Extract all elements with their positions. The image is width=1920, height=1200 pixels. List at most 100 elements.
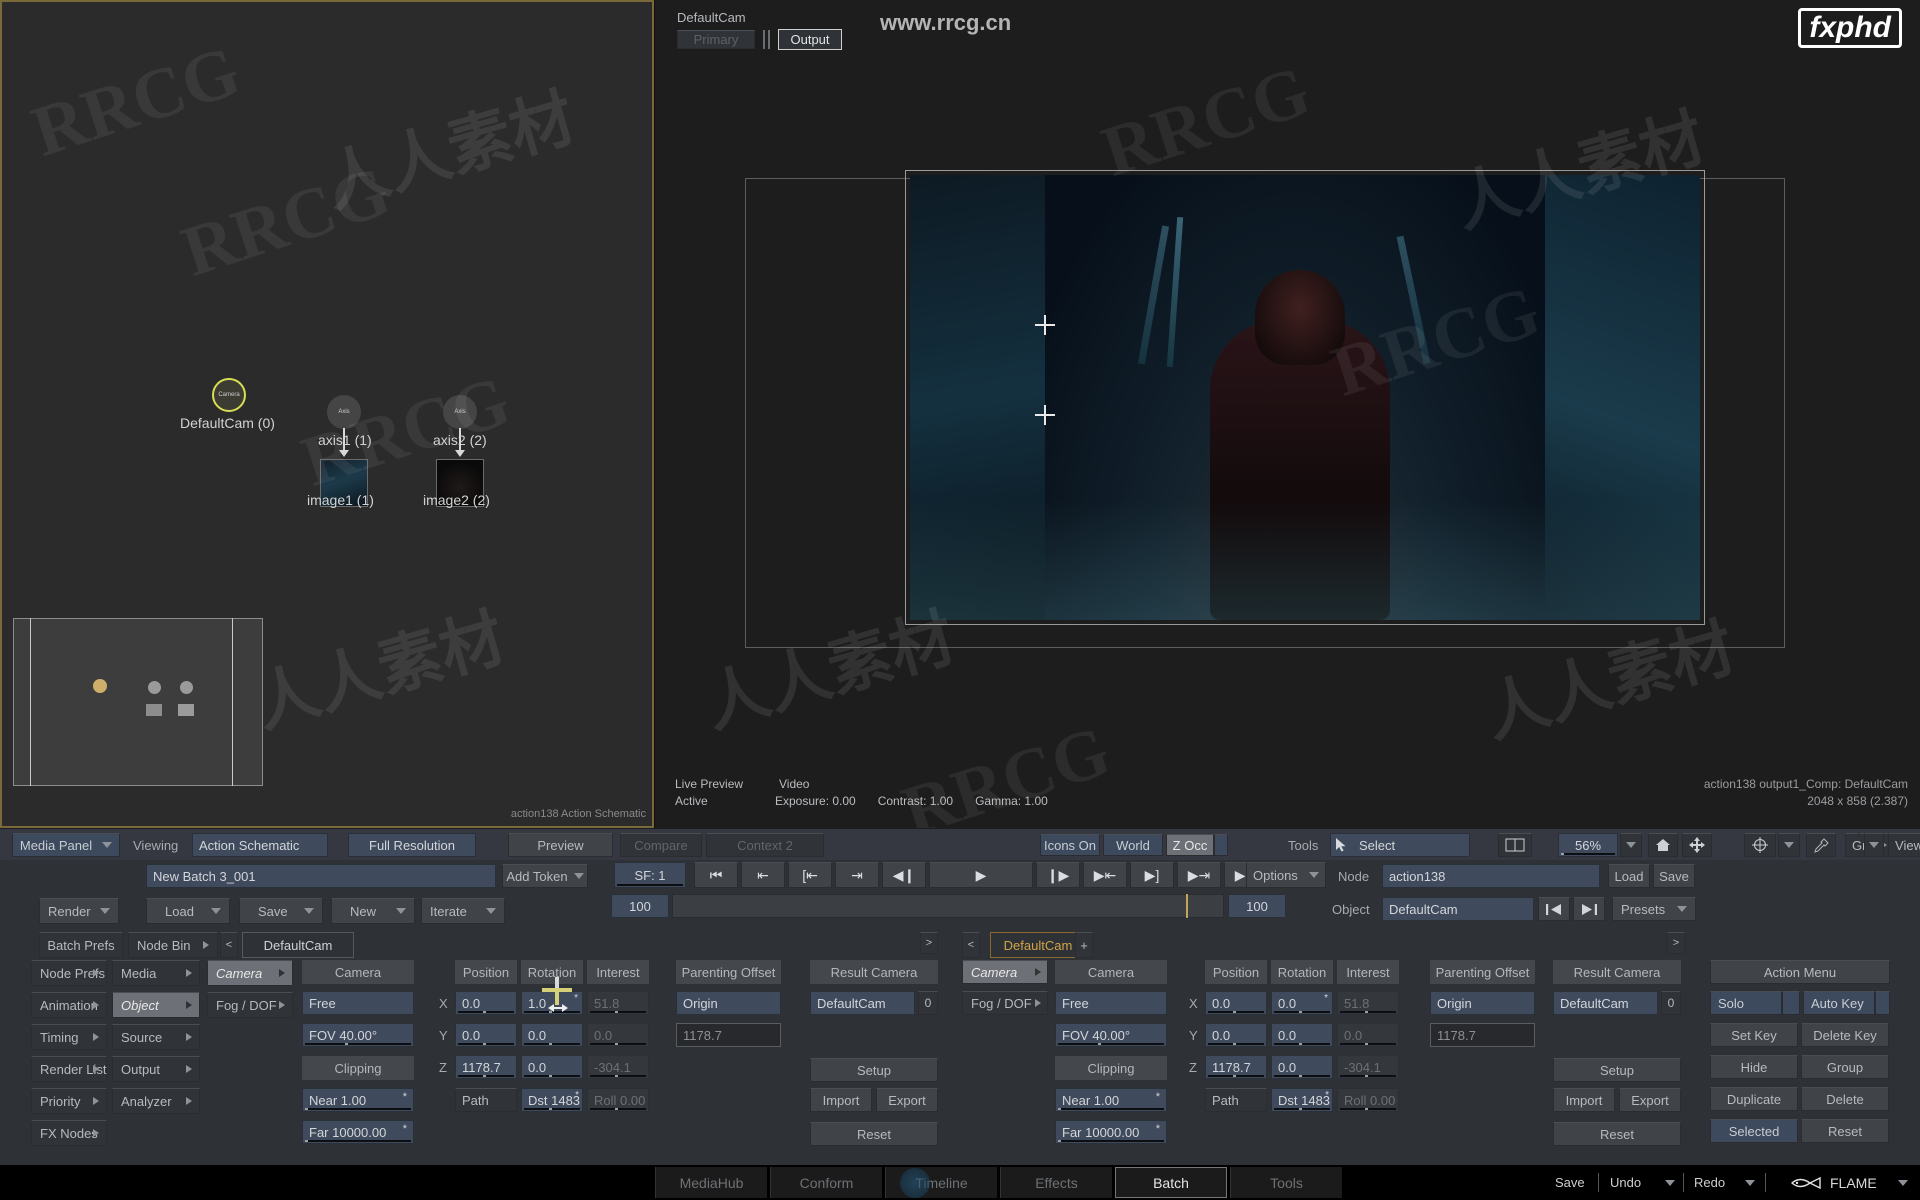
target-button[interactable]	[1744, 833, 1776, 857]
load-menu[interactable]: Load	[146, 898, 230, 924]
auto-key-toggle[interactable]: Auto Key	[1803, 991, 1875, 1015]
z-occ-toggle[interactable]: Z Occ	[1166, 834, 1214, 856]
prev-tab-button-right[interactable]: <	[962, 932, 980, 958]
output-button[interactable]: Output	[778, 29, 842, 50]
sidebar-item-camera[interactable]: Camera	[207, 960, 293, 986]
render-menu[interactable]: Render	[39, 898, 119, 924]
solo-toggle-indicator[interactable]	[1782, 991, 1800, 1015]
next-arrow-left[interactable]: >	[920, 932, 938, 954]
layout-split-button[interactable]	[1498, 833, 1532, 857]
sidebar-item-analyzer[interactable]: Analyzer	[112, 1088, 200, 1114]
rotation-z-field[interactable]: 0.0	[521, 1055, 583, 1079]
icons-on-toggle[interactable]: Icons On	[1040, 834, 1100, 856]
sidebar-item-source[interactable]: Source	[112, 1024, 200, 1050]
object-prev-button[interactable]	[1538, 897, 1570, 921]
full-resolution-button[interactable]: Full Resolution	[348, 833, 476, 857]
transport-options-menu[interactable]: Options	[1246, 862, 1326, 888]
footer-save-button[interactable]: Save	[1555, 1165, 1585, 1200]
camera-fov-left[interactable]: FOV 40.00°	[302, 1023, 414, 1047]
sidebar-item-media[interactable]: Media	[112, 960, 200, 986]
interest-z-field[interactable]: -304.1	[587, 1055, 649, 1079]
sidebar-item-node-prefs[interactable]: Node Prefs	[31, 960, 107, 986]
reset-button-left[interactable]: Reset	[810, 1122, 938, 1146]
export-button-left[interactable]: Export	[876, 1088, 938, 1112]
setup-button-right[interactable]: Setup	[1553, 1058, 1681, 1082]
result-index-right[interactable]: 0	[1661, 991, 1681, 1015]
chevron-down-icon[interactable]	[1665, 1180, 1675, 1186]
range-playhead[interactable]	[1186, 894, 1188, 918]
result-camera-value-right[interactable]: DefaultCam	[1553, 991, 1658, 1015]
transport-button-3[interactable]: ⇥	[835, 862, 879, 888]
solo-toggle[interactable]: Solo	[1710, 991, 1782, 1015]
tab-defaultcam-left[interactable]: DefaultCam	[242, 932, 354, 958]
interest-z-field[interactable]: -304.1	[1337, 1055, 1399, 1079]
sidebar-item-animation[interactable]: Animation	[31, 992, 107, 1018]
world-toggle[interactable]: World	[1103, 834, 1163, 856]
zoom-dropdown[interactable]	[1620, 833, 1642, 857]
camera-near-left[interactable]: Near 1.00 *	[302, 1088, 414, 1112]
footer-tab-effects[interactable]: Effects	[1000, 1167, 1112, 1198]
node-defaultcam[interactable]: Camera	[212, 378, 246, 412]
grid-dropdown[interactable]	[1864, 833, 1884, 857]
node-axis1[interactable]: Axis	[327, 395, 361, 429]
range-slider[interactable]	[672, 894, 1224, 918]
footer-tab-tools[interactable]: Tools	[1230, 1167, 1342, 1198]
sidebar-item-output[interactable]: Output	[112, 1056, 200, 1082]
action-menu-button[interactable]: Action Menu	[1710, 960, 1890, 984]
transport-button-8[interactable]: ▶]	[1130, 862, 1174, 888]
camera-near-right[interactable]: Near 1.00 *	[1055, 1088, 1167, 1112]
prev-tab-button[interactable]: <	[220, 932, 238, 958]
interest-y-field[interactable]: 0.0	[1337, 1023, 1399, 1047]
transport-button-9[interactable]: ▶⇥	[1177, 862, 1221, 888]
rotation-z-field[interactable]: 0.0	[1271, 1055, 1333, 1079]
fit-button[interactable]	[1682, 833, 1712, 857]
zoom-level-field[interactable]: 56%	[1558, 833, 1618, 857]
rotation-y-field[interactable]: 0.0	[521, 1023, 583, 1047]
node-name-field[interactable]: action138	[1382, 864, 1600, 888]
dst-field-right[interactable]: Dst 1483 *	[1271, 1088, 1333, 1112]
auto-key-toggle-indicator[interactable]	[1875, 991, 1890, 1015]
range-end-field[interactable]: 100	[1228, 894, 1286, 918]
tool-select-field[interactable]: Select	[1330, 833, 1470, 857]
footer-redo-button[interactable]: Redo	[1694, 1165, 1725, 1200]
rotation-x-field[interactable]: 0.0 *	[1271, 991, 1333, 1015]
sidebar-item-timing[interactable]: Timing	[31, 1024, 107, 1050]
set-key-button[interactable]: Set Key	[1710, 1023, 1798, 1047]
footer-undo-button[interactable]: Undo	[1610, 1165, 1641, 1200]
context-button[interactable]: Context 2	[706, 833, 824, 857]
chevron-down-icon[interactable]	[1898, 1180, 1908, 1186]
transport-button-4[interactable]: ◀❙	[882, 862, 926, 888]
transport-button-0[interactable]: ⏮	[694, 862, 738, 888]
view-menu[interactable]: View	[1888, 833, 1920, 857]
camera-fov-right[interactable]: FOV 40.00°	[1055, 1023, 1167, 1047]
image-viewer[interactable]: DefaultCam Primary Output Live Preview V…	[655, 0, 1920, 828]
batch-prefs-button[interactable]: Batch Prefs	[39, 932, 123, 958]
parenting-origin-right[interactable]: Origin	[1430, 991, 1535, 1015]
sidebar-item-render-list[interactable]: Render List	[31, 1056, 107, 1082]
transport-button-2[interactable]: [⇤	[788, 862, 832, 888]
save-menu[interactable]: Save	[239, 898, 323, 924]
roll-field-right[interactable]: Roll 0.00	[1337, 1088, 1399, 1112]
interest-x-field[interactable]: 51.8	[587, 991, 649, 1015]
iterate-menu[interactable]: Iterate	[421, 898, 505, 924]
preview-button[interactable]: Preview	[508, 833, 613, 857]
node-save-button[interactable]: Save	[1653, 864, 1695, 888]
transport-button-5[interactable]: ▶	[929, 862, 1033, 888]
reset-button-right[interactable]: Reset	[1553, 1122, 1681, 1146]
node-bin-menu[interactable]: Node Bin	[128, 932, 218, 958]
rotation-y-field[interactable]: 0.0	[1271, 1023, 1333, 1047]
compare-button[interactable]: Compare	[620, 833, 702, 857]
parenting-origin-left[interactable]: Origin	[676, 991, 781, 1015]
tab-fog-dof-right[interactable]: Fog / DOF	[962, 991, 1048, 1015]
camera-mode-right[interactable]: Free	[1055, 991, 1167, 1015]
transport-button-6[interactable]: ❙▶	[1036, 862, 1080, 888]
crosshair-center[interactable]	[1035, 405, 1055, 425]
camera-far-left[interactable]: Far 10000.00 *	[302, 1120, 414, 1144]
node-axis2[interactable]: Axis	[443, 395, 477, 429]
node-load-button[interactable]: Load	[1608, 864, 1650, 888]
duplicate-button[interactable]: Duplicate	[1710, 1087, 1798, 1111]
chevron-down-icon[interactable]	[1745, 1180, 1755, 1186]
import-button-right[interactable]: Import	[1553, 1088, 1615, 1112]
target-dropdown[interactable]	[1778, 833, 1800, 857]
transport-button-7[interactable]: ▶⇤	[1083, 862, 1127, 888]
